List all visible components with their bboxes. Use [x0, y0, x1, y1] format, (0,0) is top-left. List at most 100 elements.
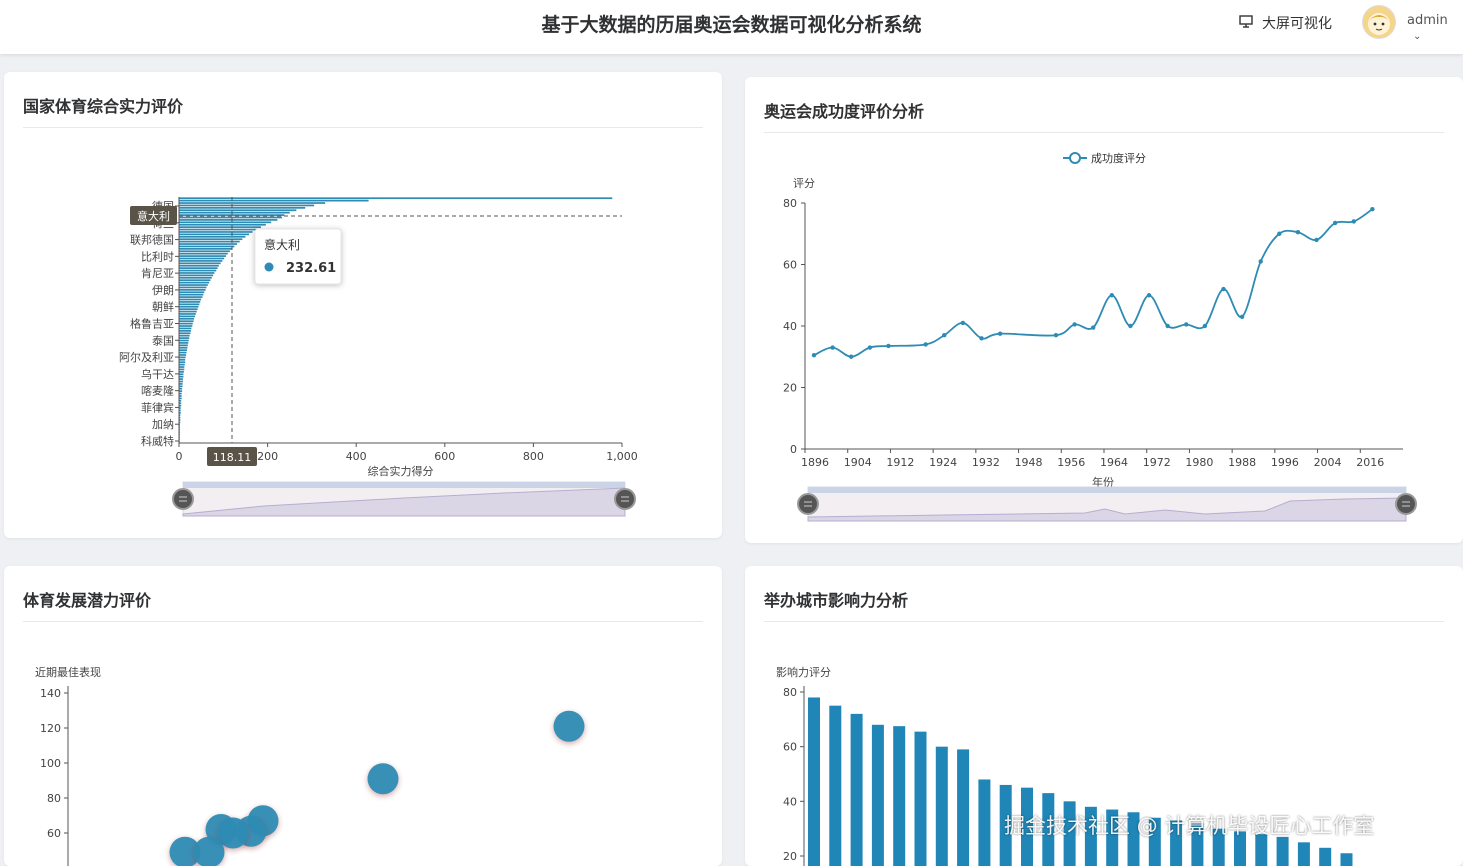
bar — [179, 368, 185, 371]
strength-bar-chart[interactable]: 02004006008001,000综合实力得分德国荷兰联邦德国比利时肯尼亚伊朗… — [4, 72, 722, 538]
y-tick-label: 60 — [47, 827, 61, 840]
x-tick-label: 0 — [176, 450, 183, 463]
bar — [179, 358, 186, 361]
bar — [179, 375, 184, 378]
data-point — [1146, 293, 1152, 298]
y-tick-label: 20 — [783, 850, 797, 863]
bar — [179, 274, 214, 277]
potential-scatter-chart[interactable]: 近期最佳表现 140 120 100 80 60 — [4, 566, 722, 866]
tooltip-title: 意大利 — [264, 237, 300, 252]
data-point — [886, 343, 891, 349]
bar — [179, 293, 204, 296]
bar — [179, 363, 185, 366]
panel-potential: 体育发展潜力评价 近期最佳表现 140 120 100 80 60 — [4, 566, 722, 866]
panel-success: 奥运会成功度评价分析 成功度评分 评分 0 20 40 60 80 1896 1904 1912 1… — [745, 77, 1463, 543]
datazoom-bar — [808, 487, 1406, 493]
bar — [179, 380, 183, 383]
datazoom-start-handle — [172, 488, 194, 510]
data-point — [1370, 206, 1375, 212]
legend-marker — [1069, 152, 1081, 164]
axis-pointer-x-label: 118.11 — [213, 451, 252, 464]
x-tick-label: 1980 — [1185, 456, 1213, 469]
data-point — [1221, 286, 1226, 292]
bar — [978, 779, 991, 866]
bar — [179, 233, 249, 236]
bar — [179, 269, 217, 272]
datazoom-bar — [183, 482, 625, 488]
bar — [179, 291, 205, 294]
bar — [179, 356, 186, 359]
data-point — [1239, 314, 1245, 319]
data-point — [1258, 259, 1263, 264]
data-point — [960, 320, 966, 326]
data-point — [1109, 293, 1115, 298]
x-tick-label: 1,000 — [606, 450, 638, 463]
bar — [179, 373, 184, 376]
datazoom-end-handle — [1395, 493, 1417, 515]
bar — [1276, 836, 1289, 866]
bar — [179, 206, 306, 209]
bar — [179, 344, 188, 347]
bar — [179, 334, 190, 337]
bar — [179, 329, 191, 332]
x-axis-title: 综合实力得分 — [368, 464, 434, 478]
bar — [179, 354, 187, 356]
bar — [179, 226, 261, 229]
bar — [850, 713, 863, 866]
y-tick-label: 乌干达 — [141, 367, 174, 381]
bar — [179, 383, 183, 385]
bar — [179, 221, 272, 224]
bar — [179, 250, 230, 253]
bar — [179, 303, 200, 306]
success-line-chart[interactable]: 成功度评分评分 0 20 40 60 80 1896 1904 1912 1924 1932 1948… — [745, 77, 1463, 543]
bar — [179, 342, 189, 344]
bar — [179, 262, 221, 265]
y-tick-label: 100 — [40, 757, 61, 770]
bar — [179, 322, 193, 325]
y-tick-label: 泰国 — [152, 333, 174, 347]
bar — [179, 216, 283, 219]
bar — [179, 197, 613, 200]
x-tick-label: 1996 — [1271, 456, 1299, 469]
data-point — [1314, 237, 1319, 243]
y-tick-label: 40 — [783, 795, 797, 808]
y-tick-label: 0 — [790, 443, 797, 456]
data-point — [1202, 323, 1208, 329]
x-tick-label: 1956 — [1057, 456, 1085, 469]
y-tick-label: 加纳 — [152, 418, 174, 431]
data-point — [1277, 231, 1282, 236]
x-tick-label: 400 — [346, 450, 367, 463]
y-tick-label: 20 — [783, 382, 797, 395]
bar — [179, 361, 186, 364]
bar — [179, 240, 240, 243]
data-point — [1165, 323, 1170, 329]
bar — [179, 305, 199, 308]
user-menu[interactable]: admin ⌄ — [1407, 13, 1463, 43]
y-tick-label: 格鲁吉亚 — [130, 317, 174, 331]
legend-label: 成功度评分 — [1091, 151, 1146, 165]
bar — [179, 204, 315, 207]
bar — [179, 385, 183, 388]
bar — [179, 349, 187, 352]
bar — [179, 199, 369, 202]
bar — [935, 746, 948, 866]
x-tick-label: 800 — [523, 450, 544, 463]
bar — [808, 697, 820, 866]
data-point — [923, 342, 928, 347]
y-tick-label: 60 — [783, 741, 797, 754]
bar — [829, 705, 842, 866]
app-header: 基于大数据的历届奥运会数据可视化分析系统 大屏可视化 admin ⌄ — [0, 0, 1463, 54]
bar — [179, 228, 257, 231]
bar — [179, 308, 198, 311]
bar — [179, 209, 297, 212]
bar — [179, 313, 196, 315]
series-line — [813, 208, 1373, 358]
avatar[interactable] — [1362, 5, 1396, 39]
y-tick-label: 阿尔及利亚 — [119, 351, 174, 364]
x-tick-label: 2016 — [1356, 456, 1384, 469]
bar — [914, 731, 927, 866]
x-tick-label: 1972 — [1143, 456, 1171, 469]
big-screen-link[interactable]: 大屏可视化 — [1238, 13, 1332, 33]
bar — [179, 202, 326, 204]
data-point — [1090, 325, 1096, 330]
